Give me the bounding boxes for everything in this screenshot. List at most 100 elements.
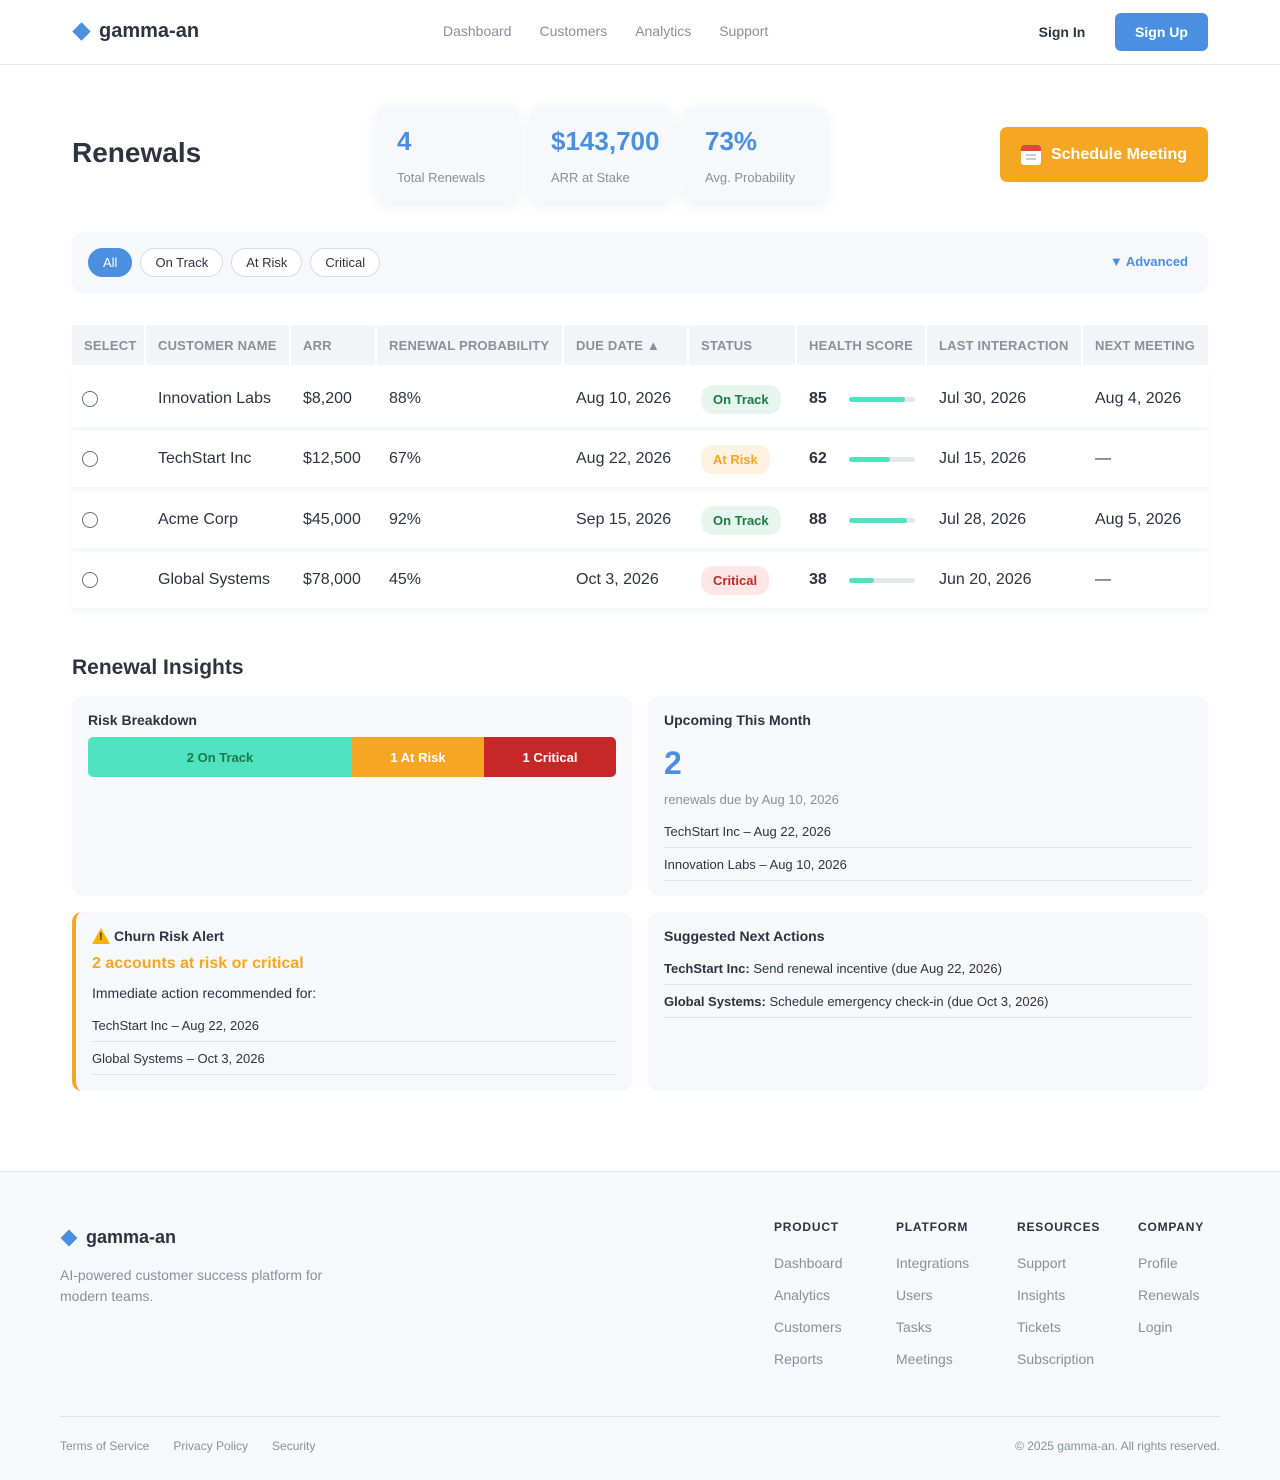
nav-link-analytics[interactable]: Analytics: [635, 23, 691, 39]
risk-segment-critical[interactable]: 1 Critical: [484, 737, 616, 777]
renewal-probability: 45%: [389, 571, 422, 588]
filter-pill-at-risk[interactable]: At Risk: [231, 248, 303, 277]
column-header-arr[interactable]: ARR: [291, 325, 375, 365]
arr-value: $8,200: [303, 390, 352, 407]
sign-in-button[interactable]: Sign In: [1020, 13, 1104, 51]
last-interaction: Jul 28, 2026: [939, 511, 1027, 528]
customer-name[interactable]: Acme Corp: [158, 492, 238, 548]
suggested-next-actions-card: Suggested Next Actions TechStart Inc: Se…: [648, 912, 1208, 1091]
top-nav: gamma-an Dashboard Customers Analytics S…: [0, 0, 1280, 65]
status-cell: At Risk: [701, 431, 770, 487]
footer-column-platform: PLATFORM Integrations Users Tasks Meetin…: [896, 1220, 969, 1367]
upcoming-subtitle: renewals due by Aug 10, 2026: [664, 792, 839, 807]
column-header-customer-name[interactable]: CUSTOMER NAME: [146, 325, 289, 365]
health-score-bar: [849, 396, 915, 402]
footer-link[interactable]: Login: [1138, 1319, 1204, 1335]
customer-name[interactable]: TechStart Inc: [158, 431, 251, 487]
row-select-radio[interactable]: [82, 572, 98, 588]
footer-link[interactable]: Reports: [774, 1351, 843, 1367]
arr-value: $45,000: [303, 511, 361, 528]
table-row[interactable]: Global Systems $78,000 45% Oct 3, 2026 C…: [72, 552, 1208, 608]
footer-brand[interactable]: gamma-an: [60, 1227, 176, 1248]
last-interaction: Jul 30, 2026: [939, 390, 1027, 407]
customer-name[interactable]: Innovation Labs: [158, 371, 271, 427]
footer-tagline: AI-powered customer success platform for…: [60, 1267, 323, 1304]
customer-name[interactable]: Global Systems: [158, 552, 270, 608]
schedule-meeting-button[interactable]: Schedule Meeting: [1000, 127, 1208, 182]
table-row[interactable]: Acme Corp $45,000 92% Sep 15, 2026 On Tr…: [72, 492, 1208, 548]
footer-link[interactable]: Users: [896, 1287, 969, 1303]
card-title: Churn Risk Alert: [114, 928, 224, 944]
status-badge: At Risk: [701, 444, 770, 474]
row-select-radio[interactable]: [82, 512, 98, 528]
footer-link[interactable]: Insights: [1017, 1287, 1100, 1303]
list-item[interactable]: TechStart Inc – Aug 22, 2026: [92, 1009, 616, 1042]
filter-pill-on-track[interactable]: On Track: [140, 248, 224, 277]
upcoming-this-month-card: Upcoming This Month 2 renewals due by Au…: [648, 696, 1208, 896]
table-row[interactable]: TechStart Inc $12,500 67% Aug 22, 2026 A…: [72, 431, 1208, 487]
next-meeting: Aug 5, 2026: [1095, 511, 1182, 528]
nav-link-support[interactable]: Support: [719, 23, 768, 39]
table-row[interactable]: Innovation Labs $8,200 88% Aug 10, 2026 …: [72, 371, 1208, 427]
footer-link[interactable]: Integrations: [896, 1255, 969, 1271]
footer-column-heading: RESOURCES: [1017, 1220, 1101, 1234]
upcoming-count: 2: [664, 745, 682, 781]
nav-link-dashboard[interactable]: Dashboard: [443, 23, 512, 39]
diamond-logo-icon: [72, 22, 91, 41]
diamond-logo-icon: [60, 1229, 78, 1246]
footer-link[interactable]: Profile: [1138, 1255, 1204, 1271]
footer-divider: [60, 1416, 1220, 1417]
risk-segment-at-risk[interactable]: 1 At Risk: [352, 737, 484, 777]
health-score-value: 88: [809, 511, 827, 528]
footer-column-heading: COMPANY: [1138, 1220, 1205, 1234]
filter-pill-all[interactable]: All: [88, 248, 133, 277]
footer-link[interactable]: Tasks: [896, 1319, 969, 1335]
due-date: Aug 10, 2026: [576, 390, 672, 407]
schedule-meeting-label: Schedule Meeting: [1050, 145, 1188, 163]
column-header-last-interaction[interactable]: LAST INTERACTION: [927, 325, 1081, 365]
health-score-value: 62: [809, 450, 827, 467]
footer-link[interactable]: Dashboard: [774, 1255, 843, 1271]
health-score-bar: [849, 517, 915, 523]
stat-value: $143,700: [551, 126, 660, 156]
filter-pill-critical[interactable]: Critical: [310, 248, 381, 277]
footer-link[interactable]: Subscription: [1017, 1351, 1100, 1367]
status-badge: On Track: [701, 505, 781, 535]
row-select-radio[interactable]: [82, 391, 98, 407]
footer-link[interactable]: Analytics: [774, 1287, 843, 1303]
footer-link[interactable]: Renewals: [1138, 1287, 1204, 1303]
advanced-filter-toggle[interactable]: ▼ Advanced: [1110, 254, 1188, 269]
privacy-policy-link[interactable]: Privacy Policy: [173, 1439, 248, 1453]
last-interaction: Jul 15, 2026: [939, 450, 1027, 467]
column-header-health-score[interactable]: HEALTH SCORE: [797, 325, 925, 365]
select-cell: [82, 552, 98, 608]
status-badge: On Track: [701, 384, 781, 414]
brand-logo[interactable]: gamma-an: [72, 20, 199, 43]
action-item[interactable]: Global Systems: Schedule emergency check…: [664, 985, 1192, 1018]
column-header-renewal-probability[interactable]: RENEWAL PROBABILITY: [377, 325, 562, 365]
footer-link[interactable]: Meetings: [896, 1351, 969, 1367]
footer-link[interactable]: Customers: [774, 1319, 843, 1335]
sign-up-button[interactable]: Sign Up: [1115, 13, 1208, 51]
card-title: Risk Breakdown: [88, 712, 197, 728]
insights-title: Renewal Insights: [72, 656, 244, 679]
security-link[interactable]: Security: [272, 1439, 315, 1453]
risk-segment-on-track[interactable]: 2 On Track: [88, 737, 352, 777]
column-header-status[interactable]: STATUS: [689, 325, 795, 365]
action-item[interactable]: TechStart Inc: Send renewal incentive (d…: [664, 952, 1192, 985]
footer-link[interactable]: Support: [1017, 1255, 1100, 1271]
terms-of-service-link[interactable]: Terms of Service: [60, 1439, 149, 1453]
stat-value: 4: [397, 126, 412, 156]
row-select-radio[interactable]: [82, 451, 98, 467]
churn-risk-alert-card: Churn Risk Alert 2 accounts at risk or c…: [72, 912, 632, 1091]
footer-link[interactable]: Tickets: [1017, 1319, 1100, 1335]
table-header: SELECT CUSTOMER NAME ARR RENEWAL PROBABI…: [72, 325, 1208, 365]
list-item[interactable]: TechStart Inc – Aug 22, 2026: [664, 815, 1192, 848]
filter-pills: All On Track At Risk Critical: [88, 248, 381, 277]
list-item[interactable]: Global Systems – Oct 3, 2026: [92, 1042, 616, 1075]
churn-headline: 2 accounts at risk or critical: [92, 955, 304, 972]
column-header-next-meeting[interactable]: NEXT MEETING: [1083, 325, 1208, 365]
column-header-due-date[interactable]: DUE DATE ▲: [564, 325, 687, 365]
nav-link-customers[interactable]: Customers: [540, 23, 608, 39]
list-item[interactable]: Innovation Labs – Aug 10, 2026: [664, 848, 1192, 881]
